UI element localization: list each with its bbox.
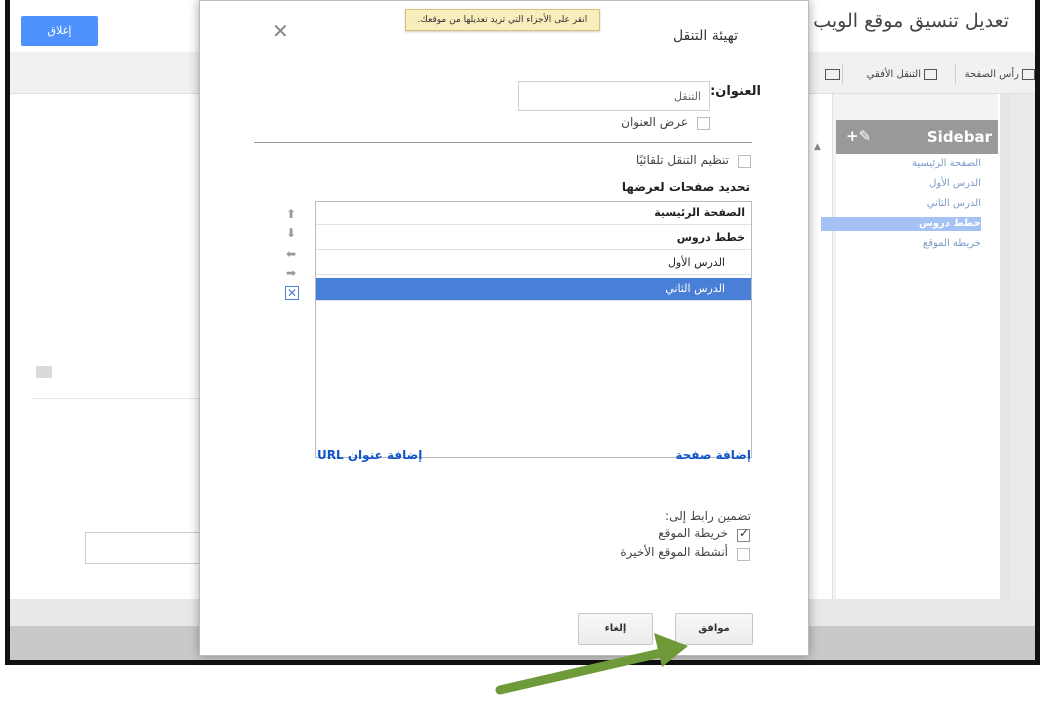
sidebar-item-home[interactable]: الصفحة الرئيسية <box>821 157 981 171</box>
navigation-config-dialog: ✕ انقر على الأجزاء التي تريد تعديلها من … <box>199 0 809 656</box>
screenshot-stage: إغلاق تعديل تنسيق موقع الويب رأس الصفحة … <box>0 0 1040 702</box>
header-toggle-label: رأس الصفحة <box>964 69 1019 80</box>
list-item[interactable]: خطط دروس <box>316 227 751 250</box>
horizontal-nav-icon <box>924 68 937 80</box>
move-up-icon[interactable]: ⬆ <box>284 207 298 221</box>
outdent-left-icon[interactable]: ⬅ <box>284 247 298 261</box>
show-title-checkbox[interactable] <box>697 117 710 130</box>
title-input[interactable] <box>518 81 710 111</box>
caret-icon: ▲ <box>814 142 821 152</box>
sidebar-layout-toggle[interactable] <box>822 64 840 86</box>
show-title-label: عرض العنوان <box>621 115 688 129</box>
section-divider <box>254 142 752 143</box>
horizontal-nav-toggle[interactable]: التنقل الأفقي <box>867 64 937 86</box>
dialog-title: تهيئة التنقل <box>672 28 738 44</box>
sitemap-checkbox[interactable]: ✓ <box>737 526 750 542</box>
folder-icon <box>36 366 52 378</box>
sidebar-item-sitemap[interactable]: خريطة الموقع <box>821 237 981 251</box>
scrollbar[interactable] <box>1000 94 1010 599</box>
sidebar-gadget[interactable] <box>836 120 998 600</box>
select-pages-heading: تحديد صفحات لعرضها <box>621 180 750 194</box>
sidebar-item-lesson-2[interactable]: الدرس الثاني <box>821 197 981 211</box>
sidebar-item-lesson-1[interactable]: الدرس الأول <box>821 177 981 191</box>
sidebar-gadget-header[interactable]: +✎ Sidebar <box>836 120 998 154</box>
list-item[interactable]: الصفحة الرئيسية <box>316 202 751 225</box>
recent-activity-checkbox[interactable] <box>737 548 750 561</box>
recent-activity-label: أنشطة الموقع الأخيرة <box>620 545 728 559</box>
checkmark-icon: ✓ <box>739 526 750 540</box>
indent-right-icon[interactable]: ➡ <box>284 266 298 280</box>
auto-organize-label: تنظيم التنقل تلقائيًا <box>635 153 729 167</box>
divider <box>31 398 211 399</box>
sitemap-label: خريطة الموقع <box>658 526 728 540</box>
background-input[interactable] <box>85 532 215 564</box>
remove-page-icon[interactable]: ✕ <box>285 286 299 300</box>
list-item-selected[interactable]: الدرس الثاني <box>316 278 751 301</box>
sidebar-title: Sidebar <box>926 128 992 146</box>
toolbar-separator <box>955 64 956 84</box>
cancel-button[interactable]: إلغاء <box>578 613 653 645</box>
hint-tooltip: انقر على الأجزاء التي تريد تعديلها من مو… <box>405 9 600 31</box>
add-page-link[interactable]: إضافة صفحة <box>675 448 751 462</box>
toolbar-separator <box>842 64 843 84</box>
scrollbar-track <box>1010 94 1035 599</box>
move-down-icon[interactable]: ⬇ <box>284 226 298 240</box>
sidebar-edit-icons[interactable]: +✎ <box>846 127 871 145</box>
ok-button[interactable]: موافق <box>675 613 753 645</box>
horizontal-nav-label: التنقل الأفقي <box>866 69 921 80</box>
sidebar-item-lesson-plans[interactable]: خطط دروس <box>821 217 981 231</box>
add-url-link[interactable]: إضافة عنوان URL <box>317 448 422 462</box>
page-list: الصفحة الرئيسية خطط دروس الدرس الأول الد… <box>315 201 752 458</box>
close-icon[interactable]: ✕ <box>272 19 289 43</box>
title-label: العنوان: <box>710 84 761 99</box>
editor-title: تعديل تنسيق موقع الويب <box>813 10 1009 32</box>
header-layout-icon <box>1022 68 1035 80</box>
header-toggle[interactable]: رأس الصفحة <box>965 64 1035 86</box>
list-item[interactable]: الدرس الأول <box>316 252 751 275</box>
include-link-label: تضمين رابط إلى: <box>665 509 751 523</box>
auto-organize-checkbox[interactable] <box>738 155 751 168</box>
sidebar-layout-icon <box>825 68 840 80</box>
close-editor-button[interactable]: إغلاق <box>21 16 98 46</box>
